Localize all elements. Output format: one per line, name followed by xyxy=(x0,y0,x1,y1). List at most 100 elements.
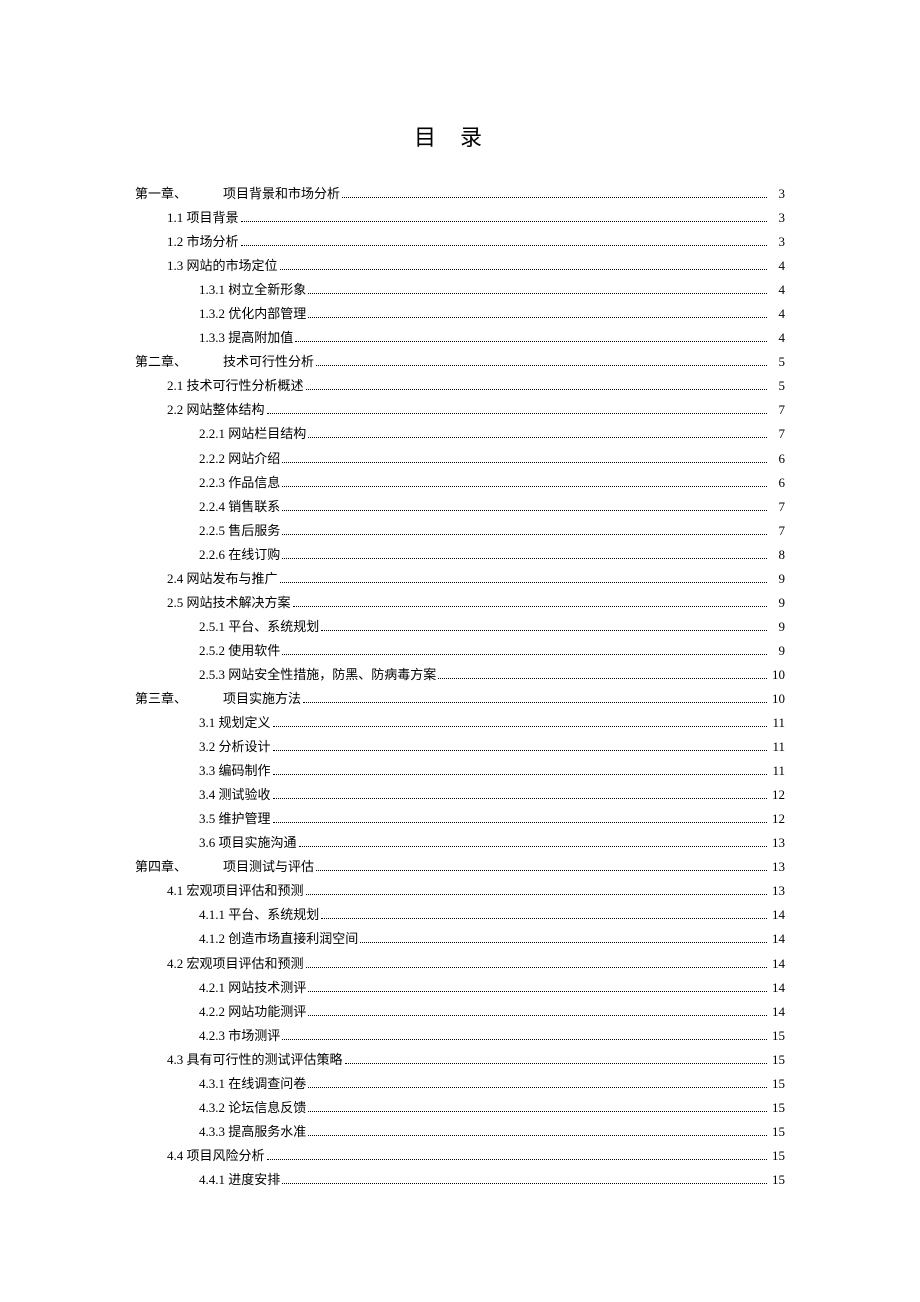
toc-page-number: 4 xyxy=(769,326,785,350)
toc-page-number: 3 xyxy=(769,206,785,230)
toc-entry-text: 2.2.4 销售联系 xyxy=(199,499,280,514)
toc-page-number: 15 xyxy=(769,1096,785,1120)
toc-entry-label: 第三章、项目实施方法 xyxy=(135,687,301,711)
toc-entry-text: 4.2.1 网站技术测评 xyxy=(199,980,306,995)
toc-page-number: 4 xyxy=(769,278,785,302)
toc-entry: 1.3.1 树立全新形象 4 xyxy=(135,278,785,302)
toc-entry-label: 1.3.1 树立全新形象 xyxy=(199,278,306,302)
toc-entry-text: 3.2 分析设计 xyxy=(199,739,271,754)
toc-entry-text: 2.5 网站技术解决方案 xyxy=(167,595,291,610)
toc-leader-dots xyxy=(308,1103,767,1112)
toc-entry-label: 1.3.3 提高附加值 xyxy=(199,326,293,350)
toc-entry-text: 1.3.3 提高附加值 xyxy=(199,330,293,345)
toc-entry: 3.4 测试验收12 xyxy=(135,783,785,807)
toc-entry-label: 第一章、项目背景和市场分析 xyxy=(135,182,340,206)
toc-leader-dots xyxy=(282,526,767,535)
toc-entry: 4.4 项目风险分析 15 xyxy=(135,1144,785,1168)
toc-entry-text: 2.2.1 网站栏目结构 xyxy=(199,426,306,441)
toc-entry-label: 4.3.2 论坛信息反馈 xyxy=(199,1096,306,1120)
toc-entry-label: 2.2.1 网站栏目结构 xyxy=(199,422,306,446)
toc-page-number: 15 xyxy=(769,1144,785,1168)
toc-entry-label: 4.4 项目风险分析 xyxy=(167,1144,265,1168)
toc-leader-dots xyxy=(316,862,767,871)
toc-page-number: 4 xyxy=(769,302,785,326)
toc-entry: 2.2.4 销售联系7 xyxy=(135,495,785,519)
toc-entry-label: 1.1 项目背景 xyxy=(167,206,239,230)
toc-entry-text: 4.1.2 创造市场直接利润空间 xyxy=(199,931,358,946)
toc-leader-dots xyxy=(308,285,767,294)
toc-entry: 3.1 规划定义11 xyxy=(135,711,785,735)
toc-leader-dots xyxy=(241,237,767,246)
toc-entry: 1.3.2 优化内部管理4 xyxy=(135,302,785,326)
toc-entry-label: 2.2.3 作品信息 xyxy=(199,471,280,495)
toc-chapter-prefix: 第四章、 xyxy=(135,855,223,879)
toc-entry-text: 项目实施方法 xyxy=(223,691,301,706)
toc-entry: 4.2 宏观项目评估和预测14 xyxy=(135,952,785,976)
toc-leader-dots xyxy=(308,982,767,991)
toc-entry: 2.5.1 平台、系统规划9 xyxy=(135,615,785,639)
toc-entry: 4.2.3 市场测评15 xyxy=(135,1024,785,1048)
toc-entry-label: 2.2.4 销售联系 xyxy=(199,495,280,519)
toc-leader-dots xyxy=(308,1079,767,1088)
toc-entry-text: 2.5.3 网站安全性措施，防黑、防病毒方案 xyxy=(199,667,436,682)
toc-leader-dots xyxy=(303,694,767,703)
toc-page-number: 15 xyxy=(769,1072,785,1096)
toc-leader-dots xyxy=(282,502,767,511)
toc-leader-dots xyxy=(306,886,767,895)
toc-entry: 第二章、技术可行性分析 5 xyxy=(135,350,785,374)
toc-entry-label: 4.2.2 网站功能测评 xyxy=(199,1000,306,1024)
toc-chapter-prefix: 第二章、 xyxy=(135,350,223,374)
toc-leader-dots xyxy=(321,910,767,919)
toc-entry: 2.2.3 作品信息 6 xyxy=(135,471,785,495)
toc-entry-label: 3.6 项目实施沟通 xyxy=(199,831,297,855)
toc-entry: 4.1.2 创造市场直接利润空间14 xyxy=(135,927,785,951)
toc-leader-dots xyxy=(308,1127,767,1136)
toc-entry-label: 2.2 网站整体结构 xyxy=(167,398,265,422)
toc-entry: 4.2.2 网站功能测评14 xyxy=(135,1000,785,1024)
toc-entry-text: 1.3 网站的市场定位 xyxy=(167,258,278,273)
toc-page-number: 13 xyxy=(769,855,785,879)
toc-entry-label: 2.5 网站技术解决方案 xyxy=(167,591,291,615)
toc-entry-text: 2.2.5 售后服务 xyxy=(199,523,280,538)
toc-page-number: 3 xyxy=(769,230,785,254)
toc-entry-label: 第二章、技术可行性分析 xyxy=(135,350,314,374)
toc-leader-dots xyxy=(293,598,767,607)
toc-leader-dots xyxy=(316,357,767,366)
toc-entry-label: 第四章、项目测试与评估 xyxy=(135,855,314,879)
toc-leader-dots xyxy=(282,453,767,462)
toc-entry: 2.4 网站发布与推广9 xyxy=(135,567,785,591)
toc-entry: 1.3.3 提高附加值 4 xyxy=(135,326,785,350)
toc-entry-label: 4.1.1 平台、系统规划 xyxy=(199,903,319,927)
toc-entry: 1.3 网站的市场定位4 xyxy=(135,254,785,278)
toc-leader-dots xyxy=(273,718,767,727)
toc-page-number: 12 xyxy=(769,807,785,831)
toc-entry: 2.5.3 网站安全性措施，防黑、防病毒方案10 xyxy=(135,663,785,687)
toc-entry-label: 3.4 测试验收 xyxy=(199,783,271,807)
toc-leader-dots xyxy=(273,742,767,751)
toc-leader-dots xyxy=(280,574,767,583)
toc-entry-label: 4.2.1 网站技术测评 xyxy=(199,976,306,1000)
toc-entry-label: 3.2 分析设计 xyxy=(199,735,271,759)
toc-leader-dots xyxy=(282,1175,767,1184)
toc-leader-dots xyxy=(280,261,767,270)
toc-page-number: 9 xyxy=(769,567,785,591)
toc-page-number: 6 xyxy=(769,471,785,495)
toc-leader-dots xyxy=(282,646,767,655)
toc-entry-text: 4.2.2 网站功能测评 xyxy=(199,1004,306,1019)
toc-page-number: 13 xyxy=(769,879,785,903)
toc-entry-text: 4.3.3 提高服务水准 xyxy=(199,1124,306,1139)
toc-title: 目录 xyxy=(135,120,785,152)
toc-entry-text: 2.5.2 使用软件 xyxy=(199,643,280,658)
toc-entry: 2.2.2 网站介绍6 xyxy=(135,447,785,471)
toc-entry-label: 2.5.1 平台、系统规划 xyxy=(199,615,319,639)
toc-entry-text: 4.3 具有可行性的测试评估策略 xyxy=(167,1052,343,1067)
toc-entry-text: 1.3.1 树立全新形象 xyxy=(199,282,306,297)
toc-entry-text: 4.3.2 论坛信息反馈 xyxy=(199,1100,306,1115)
toc-entry-label: 4.1 宏观项目评估和预测 xyxy=(167,879,304,903)
toc-entry-text: 2.2.6 在线订购 xyxy=(199,547,280,562)
toc-page-number: 5 xyxy=(769,350,785,374)
toc-page-number: 11 xyxy=(769,711,785,735)
toc-leader-dots xyxy=(282,550,767,559)
toc-entry-text: 3.4 测试验收 xyxy=(199,787,271,802)
toc-entry: 第一章、项目背景和市场分析3 xyxy=(135,182,785,206)
